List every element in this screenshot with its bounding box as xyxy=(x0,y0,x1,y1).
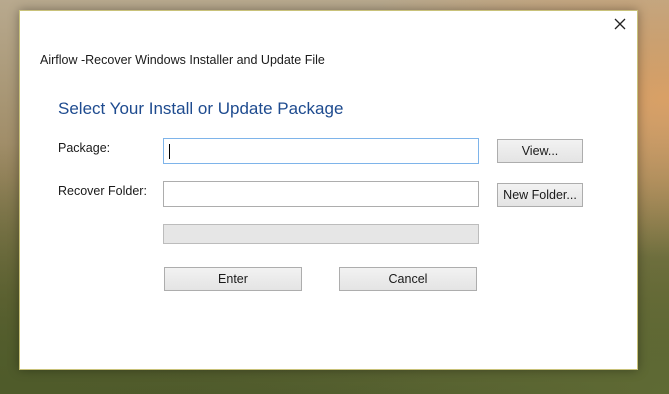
package-field[interactable] xyxy=(163,138,479,164)
view-button[interactable]: View... xyxy=(497,139,583,163)
recover-folder-label: Recover Folder: xyxy=(58,184,147,198)
package-input[interactable] xyxy=(164,139,478,163)
dialog-window: Airflow -Recover Windows Installer and U… xyxy=(19,10,638,370)
window-title: Airflow -Recover Windows Installer and U… xyxy=(40,53,325,67)
enter-button[interactable]: Enter xyxy=(164,267,302,291)
progress-bar xyxy=(163,224,479,244)
text-caret xyxy=(169,144,170,159)
cancel-button[interactable]: Cancel xyxy=(339,267,477,291)
package-label: Package: xyxy=(58,141,111,155)
recover-folder-input[interactable] xyxy=(164,182,478,206)
close-icon xyxy=(614,18,626,30)
close-button[interactable] xyxy=(609,13,631,35)
new-folder-button[interactable]: New Folder... xyxy=(497,183,583,207)
recover-folder-field[interactable] xyxy=(163,181,479,207)
page-heading: Select Your Install or Update Package xyxy=(58,99,344,118)
